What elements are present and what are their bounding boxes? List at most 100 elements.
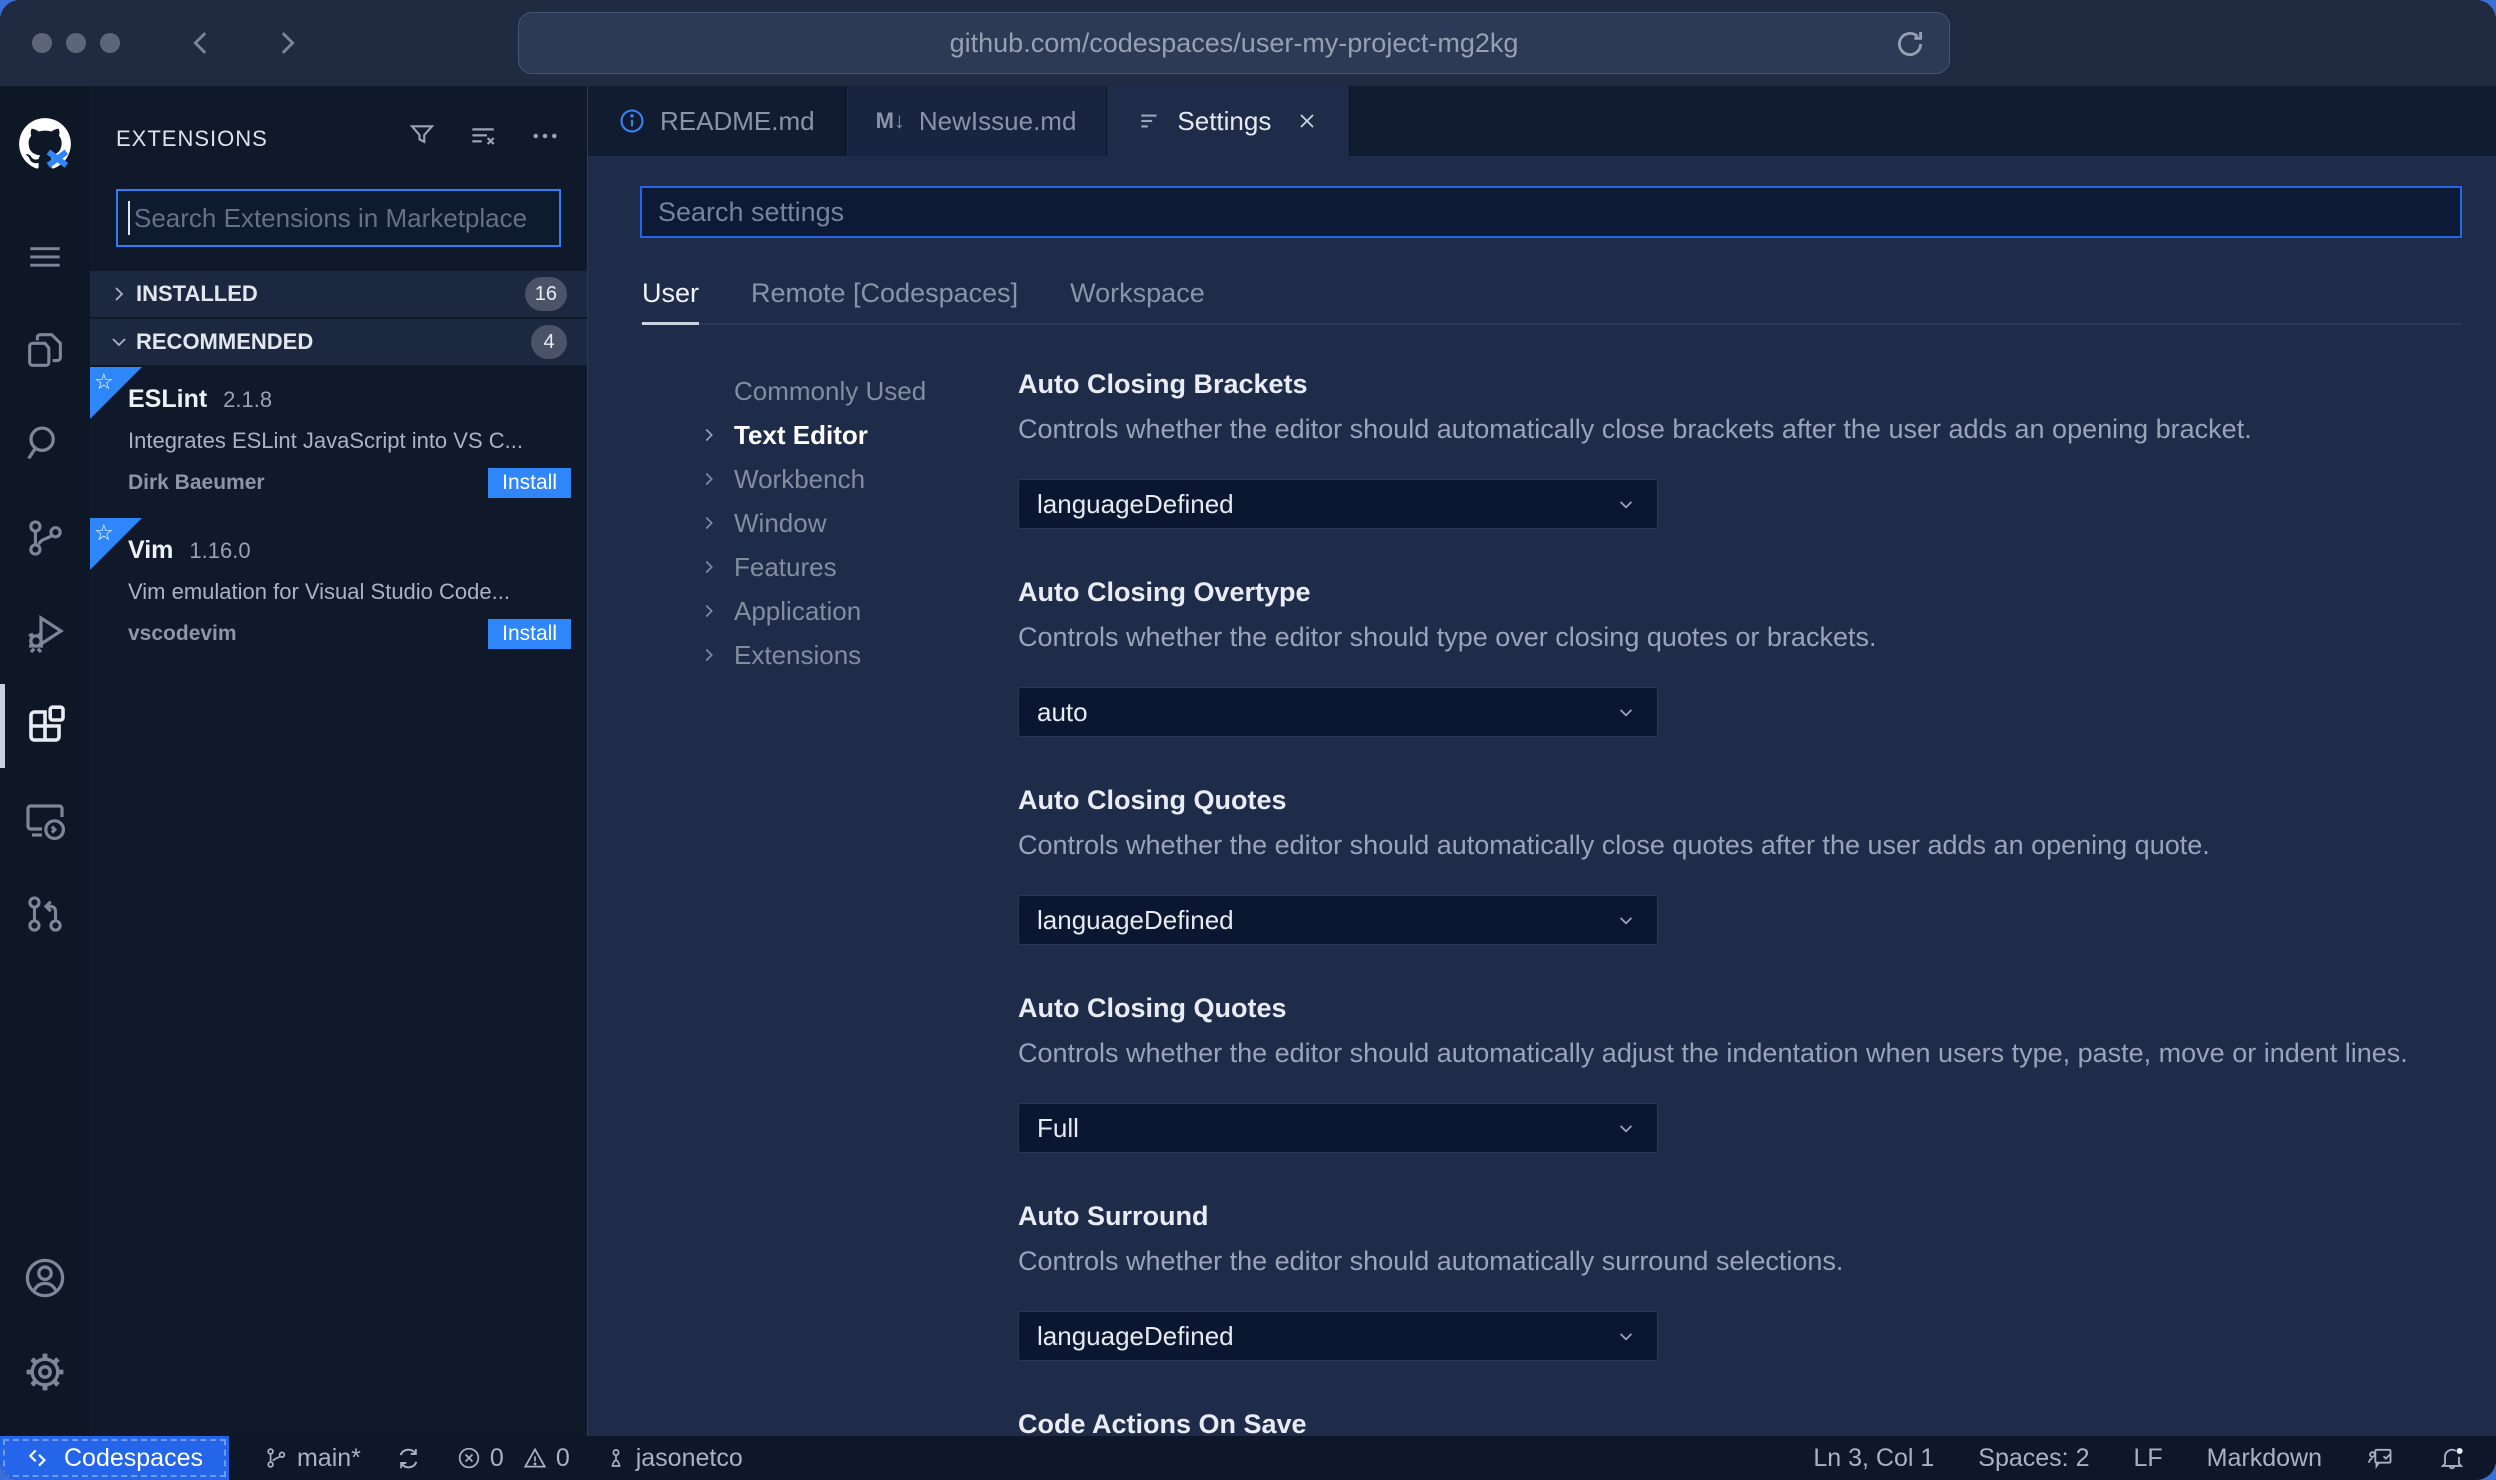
extension-version: 1.16.0: [189, 538, 251, 563]
extension-list-item[interactable]: ☆ ESLint 2.1.8 Integrates ESLint JavaScr…: [90, 367, 587, 518]
setting-description: Controls whether the editor should type …: [1018, 622, 1877, 652]
sync-icon: [399, 1448, 418, 1468]
window-controls: [32, 33, 120, 53]
extension-description: Vim emulation for Visual Studio Code...: [128, 579, 510, 604]
chevron-right-icon: [698, 468, 734, 490]
tree-item-application[interactable]: Application: [698, 589, 1018, 633]
recommended-ribbon-icon: ☆: [90, 518, 142, 570]
dropdown-value: languageDefined: [1037, 904, 1234, 935]
filter-icon[interactable]: [407, 120, 437, 157]
chevron-down-icon: [102, 330, 136, 354]
settings-entries: Auto Closing Brackets Controls whether t…: [1018, 369, 2462, 1436]
search-icon[interactable]: [0, 408, 90, 480]
install-button[interactable]: Install: [488, 619, 571, 649]
error-count: 0: [489, 1443, 504, 1472]
eol-setting[interactable]: LF: [2133, 1444, 2162, 1473]
settings-gear-icon[interactable]: [0, 1336, 90, 1408]
setting-entry: Auto Closing Overtype Controls whether t…: [1018, 577, 2462, 737]
explorer-icon[interactable]: [0, 314, 90, 386]
forward-icon[interactable]: [270, 26, 304, 60]
user-indicator[interactable]: jasonetco: [604, 1444, 743, 1473]
source-control-icon[interactable]: [0, 502, 90, 574]
tab-settings[interactable]: Settings: [1107, 86, 1351, 156]
address-bar[interactable]: github.com/codespaces/user-my-project-mg…: [518, 12, 1950, 74]
run-debug-icon[interactable]: [0, 596, 90, 668]
chevron-down-icon: [1613, 1323, 1639, 1349]
activity-bar: [0, 86, 90, 1436]
chevron-right-icon: [698, 644, 734, 666]
setting-dropdown[interactable]: languageDefined: [1018, 479, 1658, 529]
tab-readme[interactable]: README.md: [588, 86, 846, 156]
extensions-icon[interactable]: [0, 684, 90, 768]
back-icon[interactable]: [184, 26, 218, 60]
maximize-window-button[interactable]: [100, 33, 120, 53]
settings-search-input[interactable]: [640, 186, 2462, 238]
account-icon[interactable]: [0, 1242, 90, 1314]
browser-chrome: github.com/codespaces/user-my-project-mg…: [0, 0, 2496, 86]
section-installed[interactable]: INSTALLED 16: [90, 271, 587, 317]
clear-extensions-search-icon[interactable]: [467, 120, 499, 157]
sidebar-title: EXTENSIONS: [116, 125, 268, 151]
remote-explorer-icon[interactable]: [0, 784, 90, 856]
section-label: INSTALLED: [136, 281, 258, 306]
install-button[interactable]: Install: [488, 468, 571, 498]
installed-count-badge: 16: [524, 277, 567, 311]
reload-icon[interactable]: [1893, 27, 1927, 66]
remote-indicator-icon: [28, 1449, 46, 1467]
tree-item-workbench[interactable]: Workbench: [698, 457, 1018, 501]
chevron-right-icon: [102, 282, 136, 306]
close-tab-icon[interactable]: [1295, 109, 1319, 133]
codespaces-remote-button[interactable]: Codespaces: [0, 1436, 229, 1480]
scope-tab-workspace[interactable]: Workspace: [1070, 278, 1205, 309]
extension-version: 2.1.8: [223, 387, 273, 412]
scope-tab-remote[interactable]: Remote [Codespaces]: [751, 278, 1018, 309]
codespaces-label: Codespaces: [64, 1443, 203, 1472]
setting-dropdown[interactable]: auto: [1018, 687, 1658, 737]
tree-item-text-editor[interactable]: Text Editor: [698, 413, 1018, 457]
chevron-right-icon: [698, 512, 734, 534]
tree-item-extensions[interactable]: Extensions: [698, 633, 1018, 677]
tree-item-features[interactable]: Features: [698, 545, 1018, 589]
tree-item-window[interactable]: Window: [698, 501, 1018, 545]
tree-item-commonly-used[interactable]: Commonly Used: [698, 369, 1018, 413]
error-icon: [458, 1447, 480, 1469]
more-actions-icon[interactable]: [529, 120, 561, 157]
tab-newissue[interactable]: M↓ NewIssue.md: [845, 86, 1108, 156]
setting-dropdown[interactable]: Full: [1018, 1103, 1658, 1153]
branch-indicator[interactable]: main*: [263, 1444, 361, 1473]
notifications-bell-icon[interactable]: [2438, 1444, 2466, 1472]
language-mode[interactable]: Markdown: [2207, 1444, 2322, 1473]
dropdown-value: auto: [1037, 696, 1088, 727]
minimize-window-button[interactable]: [66, 33, 86, 53]
pull-requests-icon[interactable]: [0, 878, 90, 950]
warning-icon: [523, 1447, 547, 1468]
indentation-setting[interactable]: Spaces: 2: [1978, 1444, 2089, 1473]
tree-item-label: Text Editor: [734, 419, 868, 450]
setting-title: Auto Surround: [1018, 1201, 1209, 1231]
tree-item-label: Commonly Used: [734, 375, 927, 406]
setting-entry: Auto Closing Quotes Controls whether the…: [1018, 785, 2462, 945]
menu-hamburger-icon[interactable]: [0, 220, 90, 292]
setting-title: Code Actions On Save: [1018, 1409, 1307, 1436]
feedback-icon[interactable]: [2366, 1444, 2394, 1472]
dropdown-value: languageDefined: [1037, 1320, 1234, 1351]
problems-indicator[interactable]: 0 0: [456, 1444, 570, 1473]
chevron-right-icon: [698, 600, 734, 622]
extensions-search-input[interactable]: Search Extensions in Marketplace: [116, 189, 561, 247]
recommended-ribbon-icon: ☆: [90, 367, 142, 419]
section-recommended[interactable]: RECOMMENDED 4: [90, 319, 587, 365]
setting-description: Controls whether the editor should autom…: [1018, 414, 2252, 444]
username: jasonetco: [635, 1443, 743, 1472]
cursor-position[interactable]: Ln 3, Col 1: [1813, 1444, 1934, 1473]
sync-button[interactable]: [395, 1445, 422, 1472]
extensions-sidebar: EXTENSIONS Search Extensions in Marketpl…: [90, 86, 588, 1436]
tree-item-label: Application: [734, 595, 862, 626]
setting-dropdown[interactable]: languageDefined: [1018, 1311, 1658, 1361]
scope-tab-user[interactable]: User: [642, 278, 700, 325]
extension-list-item[interactable]: ☆ Vim 1.16.0 Vim emulation for Visual St…: [90, 518, 587, 669]
setting-dropdown[interactable]: languageDefined: [1018, 895, 1658, 945]
extension-publisher: vscodevim: [128, 622, 237, 645]
close-window-button[interactable]: [32, 33, 52, 53]
setting-entry: Code Actions On Save: [1018, 1409, 2462, 1436]
setting-description: Controls whether the editor should autom…: [1018, 1246, 1844, 1276]
